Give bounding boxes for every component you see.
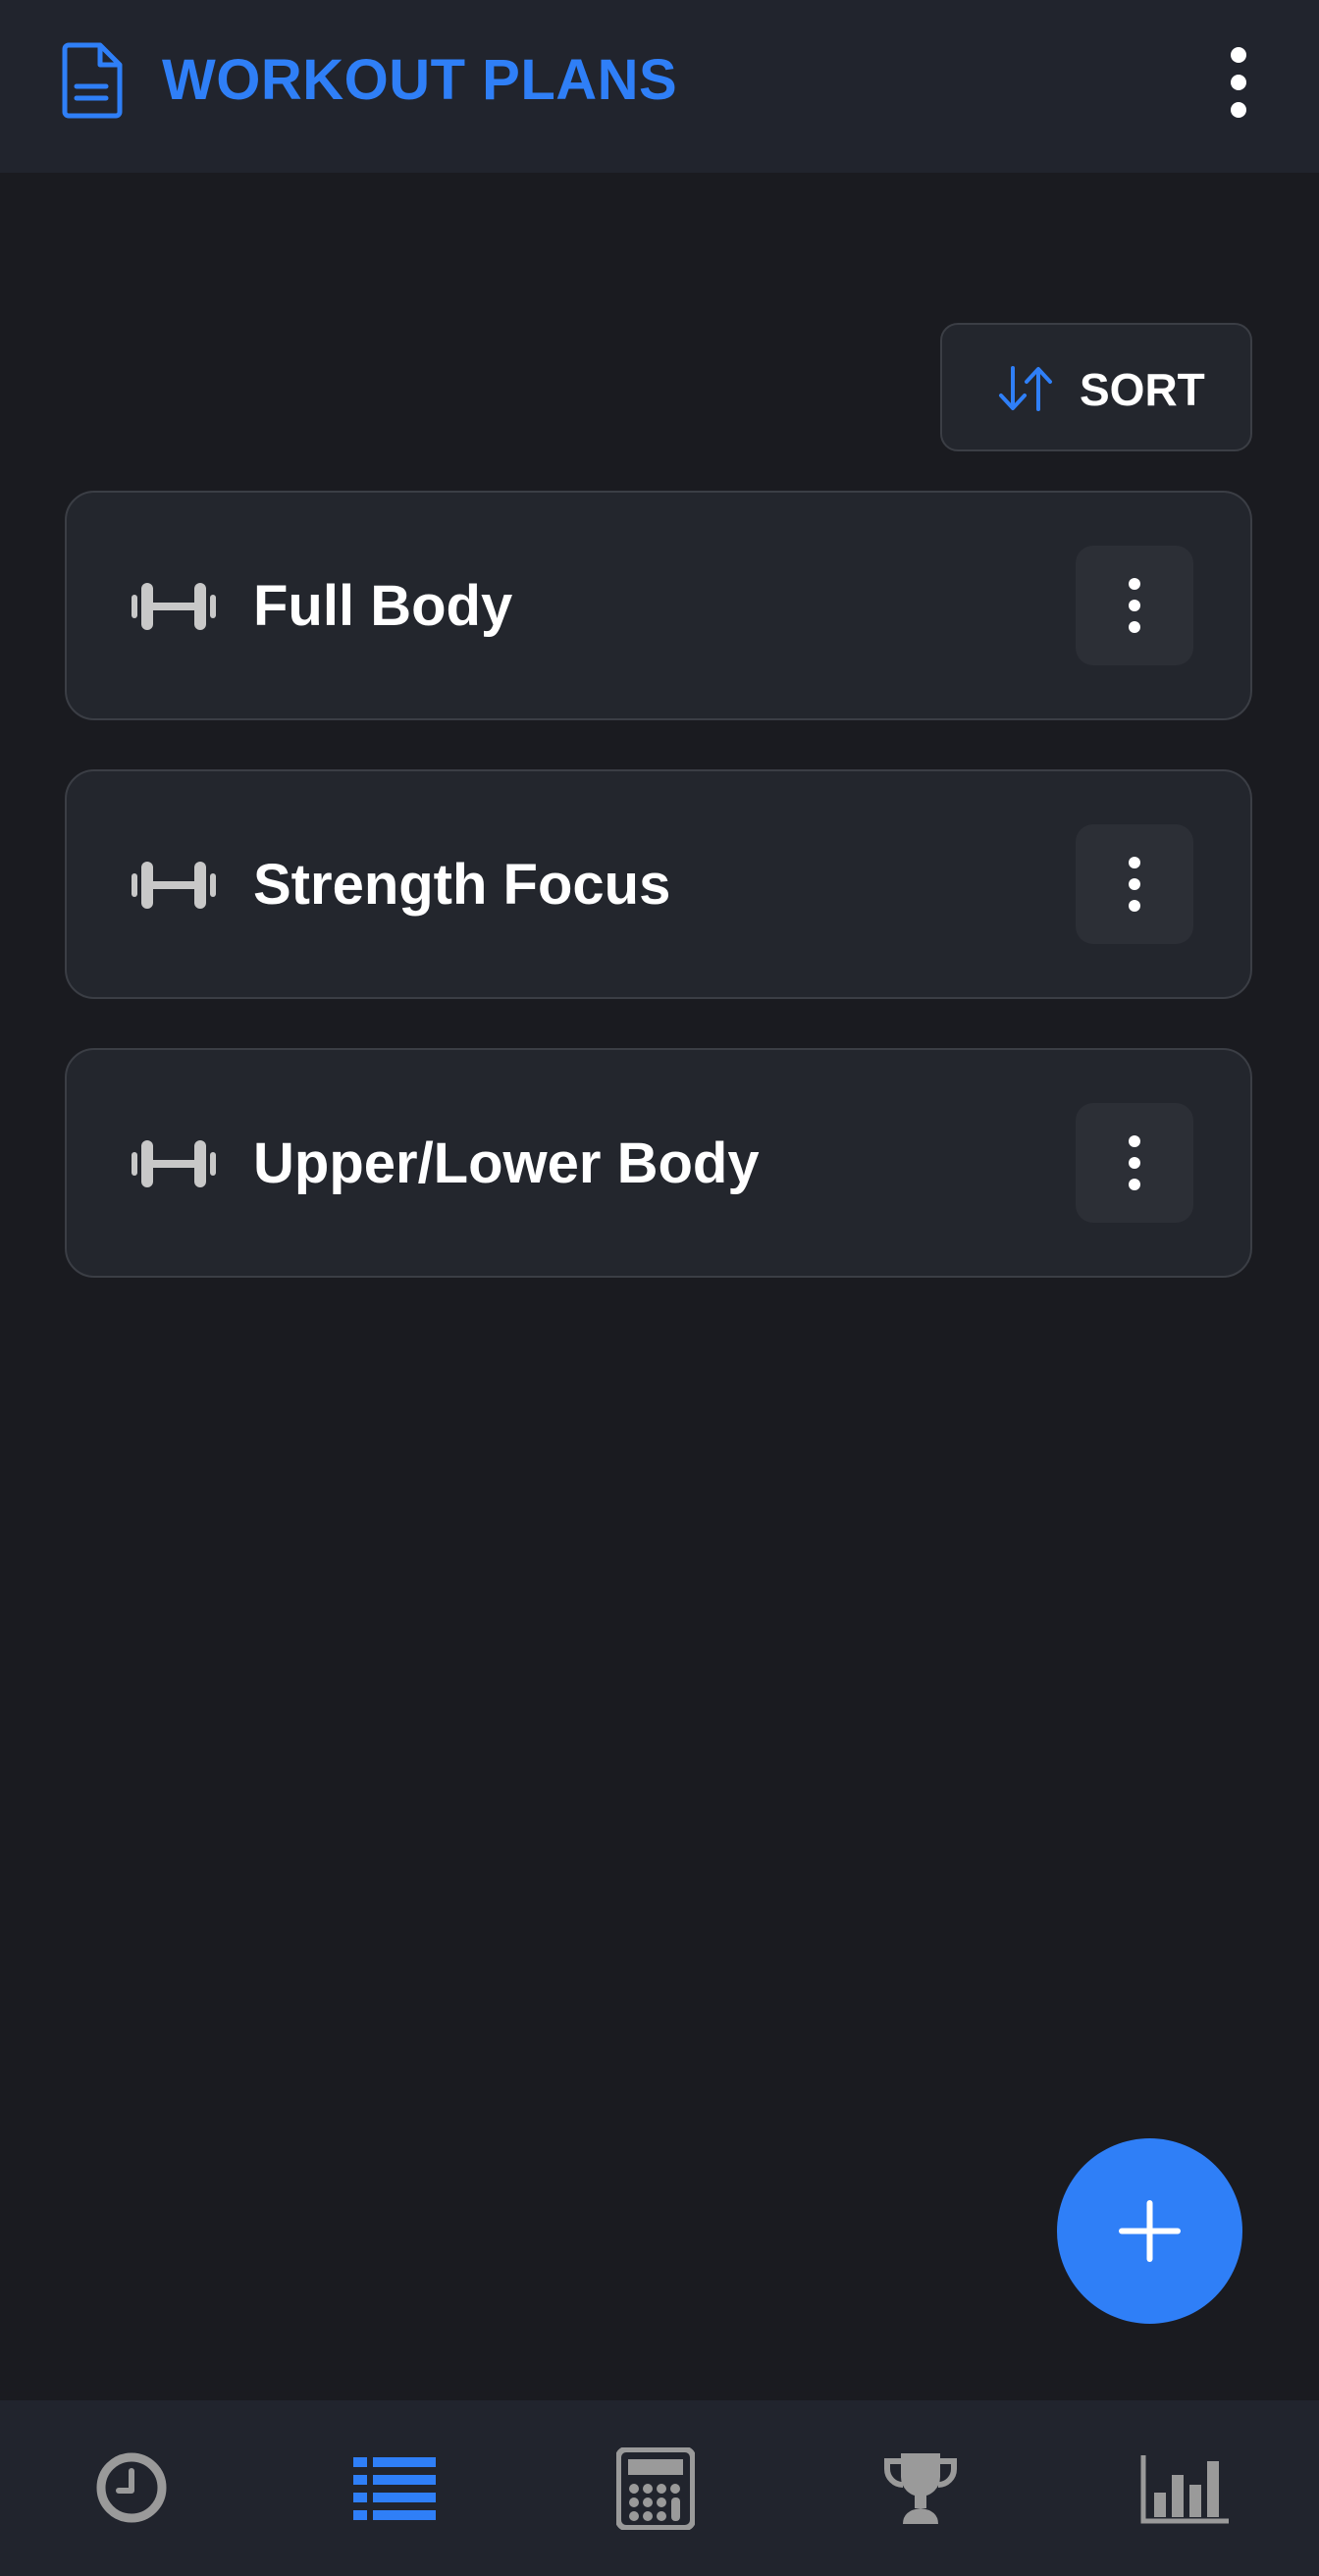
more-vertical-icon (1129, 578, 1140, 633)
nav-item-plans[interactable] (263, 2400, 526, 2576)
nav-item-stats[interactable] (1052, 2400, 1315, 2576)
plan-card-full-body[interactable]: Full Body (65, 491, 1252, 720)
document-icon (62, 42, 123, 119)
plan-options-button[interactable] (1076, 1103, 1193, 1223)
nav-item-history[interactable] (0, 2400, 263, 2576)
dumbbell-icon (132, 583, 216, 630)
more-vertical-icon (1129, 857, 1140, 912)
more-vertical-icon (1129, 1135, 1140, 1190)
sort-label: SORT (1080, 364, 1205, 415)
bottom-navigation (0, 2400, 1319, 2576)
plus-icon (1119, 2200, 1181, 2262)
trophy-icon (884, 2453, 957, 2524)
dumbbell-icon (132, 862, 216, 909)
list-icon (353, 2457, 436, 2520)
plan-name: Upper/Lower Body (253, 1131, 760, 1195)
calculator-icon (616, 2447, 695, 2530)
bar-chart-icon (1140, 2455, 1229, 2524)
plan-card-strength-focus[interactable]: Strength Focus (65, 769, 1252, 999)
plan-options-button[interactable] (1076, 546, 1193, 665)
more-vertical-icon[interactable] (1207, 35, 1266, 130)
plan-name: Full Body (253, 574, 513, 638)
page-title: WORKOUT PLANS (162, 48, 678, 112)
plan-card-upper-lower-body[interactable]: Upper/Lower Body (65, 1048, 1252, 1278)
plan-options-button[interactable] (1076, 824, 1193, 944)
nav-item-records[interactable] (789, 2400, 1052, 2576)
app-screen: WORKOUT PLANS SORT Full Body Strength Fo… (0, 0, 1319, 2576)
sort-arrows-icon (999, 366, 1052, 411)
add-plan-button[interactable] (1057, 2138, 1242, 2324)
sort-button[interactable]: SORT (940, 323, 1252, 451)
top-app-bar: WORKOUT PLANS (0, 0, 1319, 173)
history-clock-icon (96, 2452, 167, 2523)
plan-name: Strength Focus (253, 853, 671, 917)
nav-item-calculator[interactable] (526, 2400, 789, 2576)
dumbbell-icon (132, 1140, 216, 1187)
